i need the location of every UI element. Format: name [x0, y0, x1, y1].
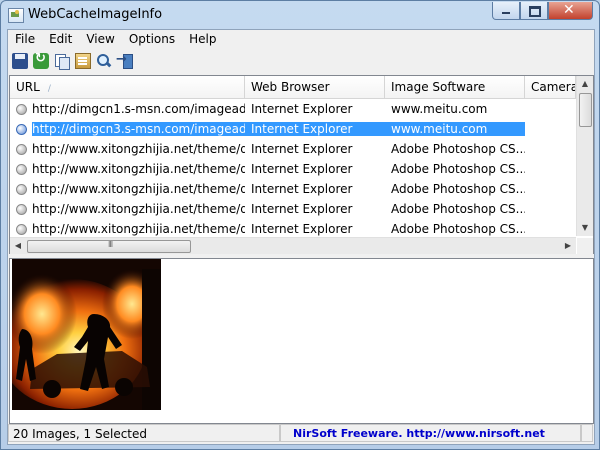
browser-cell: Internet Explorer	[251, 142, 353, 156]
scroll-left-icon[interactable]: ◀	[10, 238, 26, 254]
url-text: http://www.xitongzhijia.net/theme/def...	[32, 222, 245, 236]
status-dot-icon	[16, 203, 27, 215]
status-dot-icon	[16, 163, 27, 175]
url-text: http://www.xitongzhijia.net/theme/def...	[32, 202, 245, 216]
menu-edit[interactable]: Edit	[42, 30, 79, 48]
maximize-icon	[529, 6, 541, 17]
menu-view[interactable]: View	[79, 30, 121, 48]
horizontal-scroll-thumb[interactable]: III	[27, 240, 191, 253]
url-cell: http://www.xitongzhijia.net/theme/def...	[10, 162, 245, 176]
properties-icon[interactable]	[75, 53, 91, 69]
copy-icon[interactable]	[54, 53, 70, 70]
browser-cell: Internet Explorer	[245, 122, 385, 136]
fire-scene-image	[12, 259, 161, 410]
scroll-up-icon[interactable]: ▲	[577, 76, 593, 92]
browser-cell: Internet Explorer	[251, 182, 353, 196]
scroll-right-icon[interactable]: ▶	[560, 238, 576, 254]
url-text: http://dimgcn3.s-msn.com/imageada...	[30, 122, 245, 136]
resize-grip-icon[interactable]	[581, 424, 593, 442]
column-header-image-software[interactable]: Image Software	[385, 76, 525, 98]
status-dot-icon	[16, 123, 27, 135]
table-row[interactable]: http://www.xitongzhijia.net/theme/def...…	[10, 179, 576, 199]
title-bar[interactable]: WebCacheImageInfo ✕	[1, 1, 599, 29]
url-text: http://www.xitongzhijia.net/theme/def...	[32, 162, 245, 176]
url-cell: http://dimgcn1.s-msn.com/imageada...	[10, 102, 245, 116]
url-cell: http://dimgcn3.s-msn.com/imageada...	[10, 122, 245, 136]
close-button[interactable]: ✕	[548, 2, 593, 20]
app-window: WebCacheImageInfo ✕ File Edit View Optio…	[0, 0, 600, 450]
url-cell: http://www.xitongzhijia.net/theme/def...	[10, 142, 245, 156]
url-cell: http://www.xitongzhijia.net/theme/def...	[10, 202, 245, 216]
exit-icon[interactable]	[116, 52, 133, 69]
scrollbar-corner	[577, 238, 593, 254]
column-header-url[interactable]: URL /	[10, 76, 245, 98]
url-cell: http://www.xitongzhijia.net/theme/def...	[10, 182, 245, 196]
client-area: File Edit View Options Help URL/ Web Bro…	[7, 29, 595, 445]
url-text: http://dimgcn1.s-msn.com/imageada...	[32, 102, 245, 116]
minimize-icon	[502, 12, 510, 14]
close-icon: ✕	[563, 2, 575, 18]
horizontal-scrollbar[interactable]: ◀ III ▶	[10, 237, 576, 254]
image-preview-pane	[9, 258, 594, 424]
toolbar	[8, 49, 598, 73]
browser-cell: Internet Explorer	[251, 162, 353, 176]
sort-ascending-icon: /	[47, 84, 51, 94]
image-list[interactable]: URL / Web Browser Image Software Camera h…	[9, 75, 594, 255]
software-cell: Adobe Photoshop CS...	[391, 142, 525, 156]
url-text: http://www.xitongzhijia.net/theme/def...	[32, 182, 245, 196]
status-dot-icon	[16, 183, 27, 195]
software-cell: Adobe Photoshop CS...	[391, 202, 525, 216]
app-icon	[8, 8, 24, 23]
list-header: URL / Web Browser Image Software Camera	[10, 76, 576, 99]
menu-options[interactable]: Options	[122, 30, 182, 48]
browser-cell: Internet Explorer	[251, 202, 353, 216]
software-cell: Adobe Photoshop CS...	[391, 222, 525, 236]
column-header-web-browser[interactable]: Web Browser	[245, 76, 385, 98]
table-row-selected[interactable]: http://dimgcn3.s-msn.com/imageada... Int…	[10, 119, 576, 139]
software-cell: www.meitu.com	[391, 102, 488, 116]
status-bar: 20 Images, 1 Selected NirSoft Freeware. …	[8, 424, 594, 444]
list-rows: http://dimgcn1.s-msn.com/imageada... Int…	[10, 99, 576, 239]
table-row[interactable]: http://www.xitongzhijia.net/theme/def...…	[10, 159, 576, 179]
table-row[interactable]: http://dimgcn1.s-msn.com/imageada... Int…	[10, 99, 576, 119]
save-icon[interactable]	[12, 53, 28, 69]
status-dot-icon	[16, 223, 27, 235]
software-cell: www.meitu.com	[385, 122, 525, 136]
browser-cell: Internet Explorer	[251, 102, 353, 116]
scroll-down-icon[interactable]: ▼	[577, 220, 593, 236]
vertical-scroll-thumb[interactable]	[579, 93, 592, 127]
preview-image	[12, 259, 161, 410]
status-dot-icon	[16, 103, 27, 115]
window-controls: ✕	[492, 2, 593, 20]
status-dot-icon	[16, 143, 27, 155]
browser-cell: Internet Explorer	[251, 222, 353, 236]
window-title: WebCacheImageInfo	[28, 7, 163, 22]
menu-file[interactable]: File	[8, 30, 42, 48]
url-text: http://www.xitongzhijia.net/theme/def...	[32, 142, 245, 156]
table-row[interactable]: http://www.xitongzhijia.net/theme/def...…	[10, 219, 576, 239]
find-icon[interactable]	[96, 53, 112, 69]
software-cell: Adobe Photoshop CS...	[391, 182, 525, 196]
menu-help[interactable]: Help	[182, 30, 223, 48]
column-header-camera[interactable]: Camera	[525, 76, 576, 98]
menu-bar: File Edit View Options Help	[8, 30, 594, 48]
table-row[interactable]: http://www.xitongzhijia.net/theme/def...…	[10, 199, 576, 219]
software-cell: Adobe Photoshop CS...	[391, 162, 525, 176]
url-cell: http://www.xitongzhijia.net/theme/def...	[10, 222, 245, 236]
maximize-button[interactable]	[520, 2, 548, 20]
refresh-icon[interactable]	[33, 51, 49, 69]
minimize-button[interactable]	[492, 2, 520, 20]
status-selection-count: 20 Images, 1 Selected	[8, 424, 280, 442]
vertical-scrollbar[interactable]: ▲ ▼	[576, 76, 593, 236]
nirsoft-link[interactable]: NirSoft Freeware. http://www.nirsoft.net	[280, 424, 581, 442]
scroll-grip: III	[108, 240, 113, 249]
table-row[interactable]: http://www.xitongzhijia.net/theme/def...…	[10, 139, 576, 159]
